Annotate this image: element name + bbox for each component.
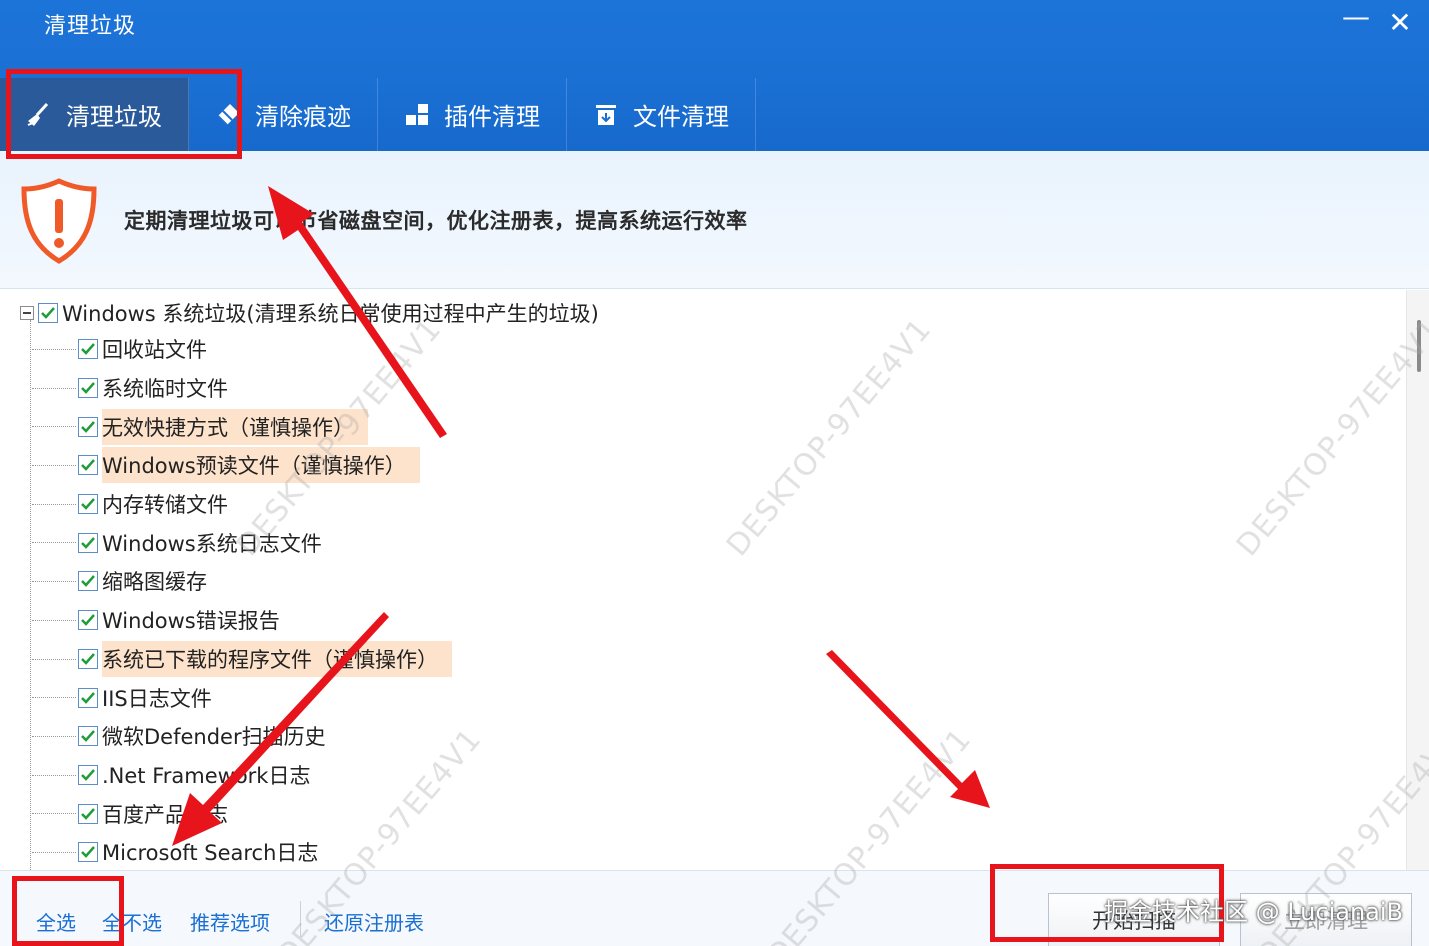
eraser-icon bbox=[213, 100, 243, 130]
tab-plugin-cleanup[interactable]: 插件清理 bbox=[378, 78, 567, 151]
tree-connector bbox=[32, 349, 76, 350]
tree-item[interactable]: Microsoft Search日志 bbox=[0, 833, 452, 872]
junk-category-tree: Windows 系统垃圾(清理系统日常使用过程中产生的垃圾) 回收站文件系统临时… bbox=[0, 290, 1406, 870]
tree-item[interactable]: 无效快捷方式（谨慎操作） bbox=[0, 407, 452, 446]
select-all-link[interactable]: 全选 bbox=[36, 907, 76, 936]
tree-item-label: 微软Defender扫描历史 bbox=[102, 725, 326, 750]
checkbox[interactable] bbox=[78, 842, 98, 863]
tree-connector bbox=[32, 697, 76, 699]
broom-icon bbox=[24, 100, 54, 130]
tab-label: 文件清理 bbox=[633, 103, 729, 131]
restore-registry-link[interactable]: 还原注册表 bbox=[324, 907, 424, 936]
tree-item-label: 系统已下载的程序文件（谨慎操作） bbox=[102, 640, 452, 677]
checkbox[interactable] bbox=[78, 339, 98, 360]
tree-item[interactable]: .Net Framework日志 bbox=[0, 756, 452, 795]
scroll-thumb[interactable] bbox=[1417, 320, 1421, 372]
tree-connector bbox=[32, 426, 76, 428]
window-title: 清理垃圾 bbox=[44, 14, 137, 39]
tab-label: 清除痕迹 bbox=[255, 103, 351, 131]
tree-connector bbox=[32, 735, 76, 737]
checkbox[interactable] bbox=[78, 726, 98, 747]
checkbox[interactable] bbox=[78, 416, 98, 437]
tab-file-cleanup[interactable]: 文件清理 bbox=[567, 78, 756, 151]
tree-connector bbox=[32, 387, 76, 389]
tree-connector bbox=[32, 581, 76, 583]
tree-item[interactable]: Windows系统日志文件 bbox=[0, 523, 452, 562]
tree-items: 回收站文件系统临时文件无效快捷方式（谨慎操作） Windows预读文件（谨慎操作）… bbox=[0, 330, 452, 872]
tree-connector bbox=[32, 465, 76, 467]
tree-item[interactable]: 缩略图缓存 bbox=[0, 562, 452, 601]
collapse-toggle[interactable] bbox=[20, 306, 34, 320]
checkbox[interactable] bbox=[78, 648, 98, 669]
tree-item-label: Microsoft Search日志 bbox=[102, 841, 319, 866]
tree-item[interactable]: 百度产品日志 bbox=[0, 794, 452, 833]
tree-connector bbox=[32, 774, 76, 776]
title-bar: 清理垃圾 — ✕ 清理垃圾 清除痕迹 插件清理 文件清理 bbox=[0, 0, 1429, 151]
tree-item-label: 缩略图缓存 bbox=[102, 570, 207, 595]
tree-connector bbox=[32, 542, 76, 544]
tree-item[interactable]: 内存转储文件 bbox=[0, 485, 452, 524]
tree-item[interactable]: 系统已下载的程序文件（谨慎操作） bbox=[0, 640, 452, 679]
tab-bar: 清理垃圾 清除痕迹 插件清理 文件清理 bbox=[0, 78, 756, 151]
tree-item-label: IIS日志文件 bbox=[102, 686, 212, 711]
cleanup-window: 清理垃圾 — ✕ 清理垃圾 清除痕迹 插件清理 文件清理 定期清理垃圾可以节省磁… bbox=[0, 0, 1429, 946]
tree-item[interactable]: 回收站文件 bbox=[0, 330, 452, 369]
tree-item-label: Windows预读文件（谨慎操作） bbox=[102, 447, 420, 484]
tab-label: 插件清理 bbox=[444, 103, 540, 131]
tree-item-label: 系统临时文件 bbox=[102, 377, 228, 402]
start-scan-button[interactable]: 开始扫描 bbox=[1048, 893, 1220, 946]
recommended-options-link[interactable]: 推荐选项 bbox=[190, 907, 270, 936]
checkbox[interactable] bbox=[78, 455, 98, 476]
tree-root-label: Windows 系统垃圾(清理系统日常使用过程中产生的垃圾) bbox=[62, 302, 599, 326]
trash-bin-icon bbox=[591, 100, 621, 130]
footer-bar: 全选 全不选 推荐选项 还原注册表 开始扫描 立即清理 bbox=[0, 870, 1429, 946]
select-none-link[interactable]: 全不选 bbox=[102, 907, 162, 936]
tree-item-label: 百度产品日志 bbox=[102, 802, 228, 827]
warning-shield-icon bbox=[21, 178, 97, 264]
tree-item-label: .Net Framework日志 bbox=[102, 763, 311, 788]
checkbox[interactable] bbox=[78, 571, 98, 592]
tree-item[interactable]: Windows预读文件（谨慎操作） bbox=[0, 446, 452, 485]
checkbox[interactable] bbox=[78, 532, 98, 553]
tree-item[interactable]: 微软Defender扫描历史 bbox=[0, 717, 452, 756]
puzzle-icon bbox=[402, 100, 432, 130]
tab-label: 清理垃圾 bbox=[66, 103, 162, 131]
tab-clear-traces[interactable]: 清除痕迹 bbox=[189, 78, 378, 151]
tree-connector bbox=[32, 851, 76, 853]
tab-clean-junk[interactable]: 清理垃圾 bbox=[0, 78, 189, 151]
checkbox[interactable] bbox=[78, 687, 98, 708]
checkbox[interactable] bbox=[78, 494, 98, 515]
divider bbox=[300, 901, 301, 937]
tree-connector bbox=[32, 503, 76, 505]
tree-connector bbox=[32, 619, 76, 621]
checkbox[interactable] bbox=[38, 303, 58, 323]
tree-item[interactable]: 系统临时文件 bbox=[0, 369, 452, 408]
clean-now-button[interactable]: 立即清理 bbox=[1240, 893, 1412, 946]
tree-root-windows-junk[interactable]: Windows 系统垃圾(清理系统日常使用过程中产生的垃圾) bbox=[20, 298, 599, 328]
tree-item-label: 无效快捷方式（谨慎操作） bbox=[102, 408, 368, 445]
close-button[interactable]: ✕ bbox=[1385, 8, 1415, 38]
checkbox[interactable] bbox=[78, 610, 98, 631]
tree-item[interactable]: Windows错误报告 bbox=[0, 601, 452, 640]
tree-item-label: 内存转储文件 bbox=[102, 493, 228, 518]
minimize-button[interactable]: — bbox=[1341, 2, 1371, 32]
tree-item-label: Windows系统日志文件 bbox=[102, 531, 322, 556]
info-message: 定期清理垃圾可以节省磁盘空间，优化注册表，提高系统运行效率 bbox=[124, 209, 748, 233]
tree-item[interactable]: IIS日志文件 bbox=[0, 678, 452, 717]
tree-connector bbox=[32, 658, 76, 660]
tree-connector bbox=[32, 813, 76, 815]
tree-item-label: 回收站文件 bbox=[102, 338, 207, 363]
checkbox[interactable] bbox=[78, 764, 98, 785]
checkbox[interactable] bbox=[78, 378, 98, 399]
tree-item-label: Windows错误报告 bbox=[102, 609, 280, 634]
vertical-scrollbar[interactable] bbox=[1406, 290, 1429, 870]
checkbox[interactable] bbox=[78, 803, 98, 824]
info-banner: 定期清理垃圾可以节省磁盘空间，优化注册表，提高系统运行效率 bbox=[0, 151, 1429, 289]
